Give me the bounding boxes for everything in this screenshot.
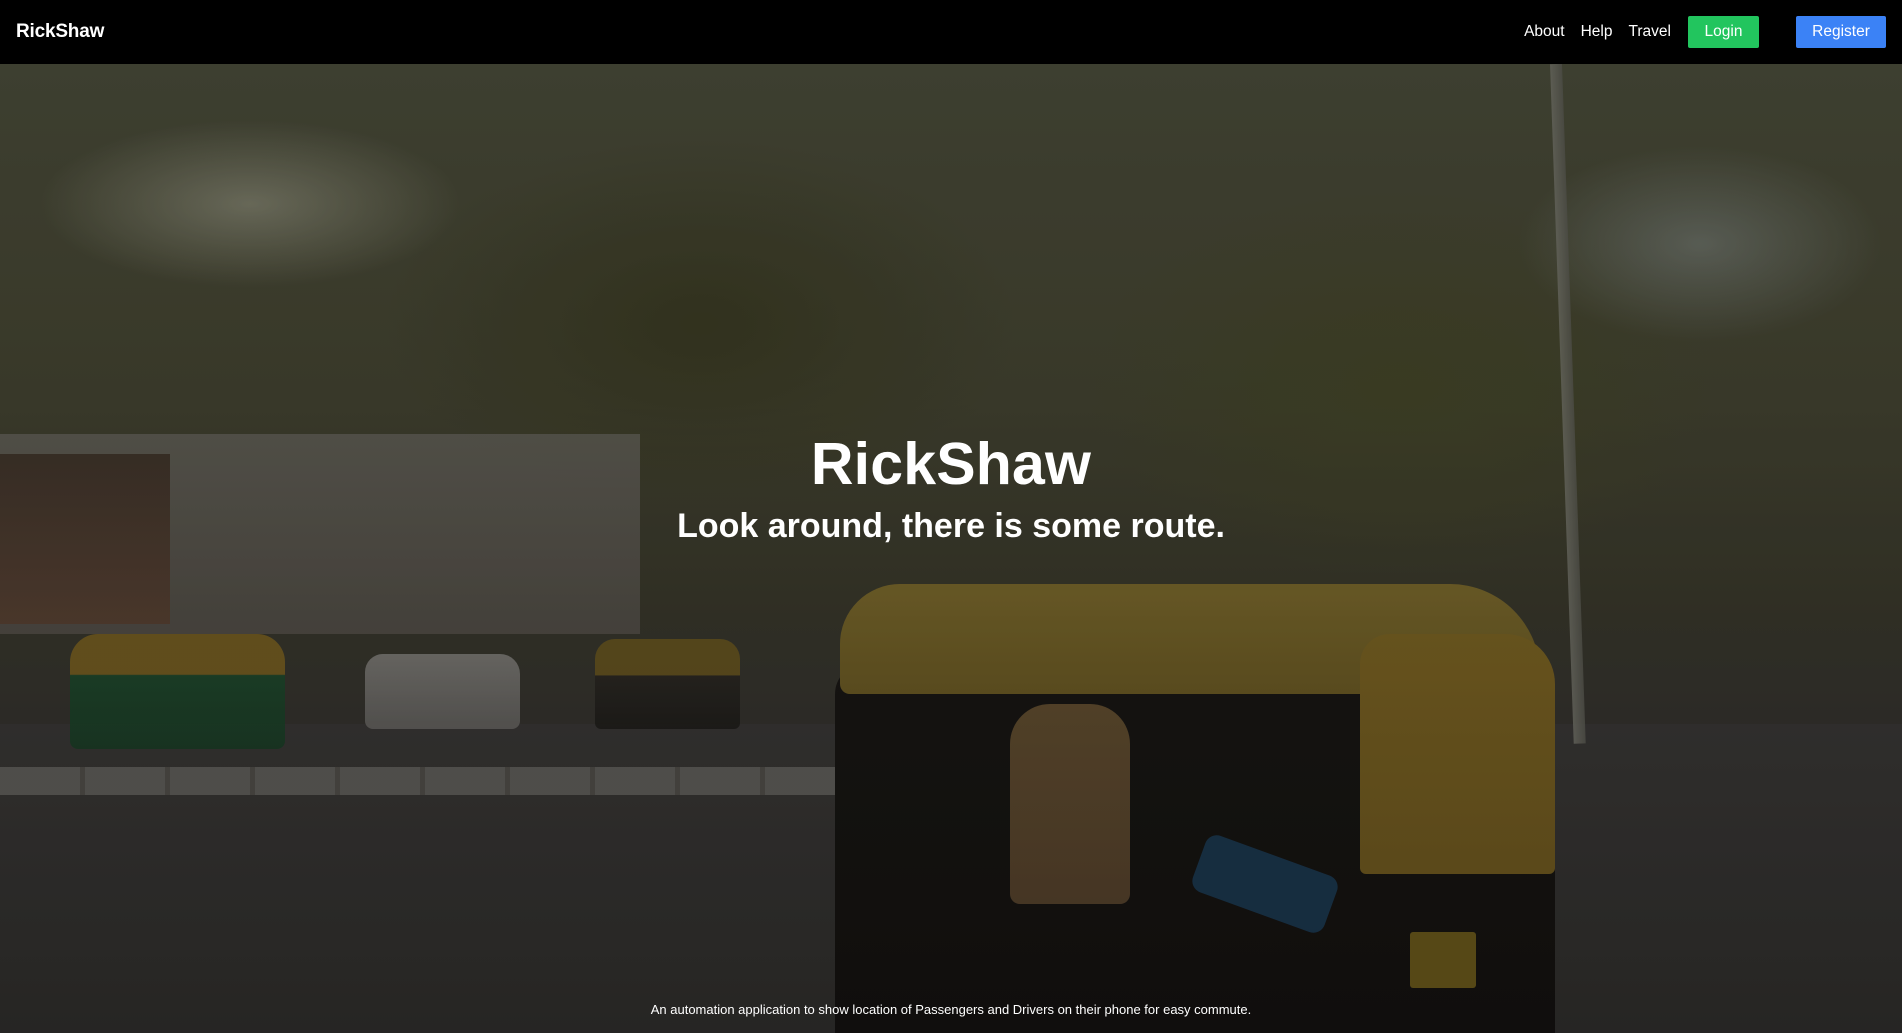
nav-link-travel[interactable]: Travel xyxy=(1629,23,1672,41)
hero-subtitle: Look around, there is some route. xyxy=(677,507,1225,545)
hero-description: An automation application to show locati… xyxy=(650,1002,1252,1017)
register-button[interactable]: Register xyxy=(1796,16,1886,48)
hero-dark-overlay xyxy=(0,64,1902,1033)
nav-link-about[interactable]: About xyxy=(1524,23,1565,41)
nav-link-help[interactable]: Help xyxy=(1581,23,1613,41)
nav-actions: About Help Travel Login Register xyxy=(1524,16,1886,48)
top-navbar: RickShaw About Help Travel Login Registe… xyxy=(0,0,1902,64)
hero-title: RickShaw xyxy=(810,431,1092,497)
hero-section xyxy=(0,64,1902,1033)
login-button[interactable]: Login xyxy=(1688,16,1759,48)
brand-logo-text[interactable]: RickShaw xyxy=(16,21,104,43)
